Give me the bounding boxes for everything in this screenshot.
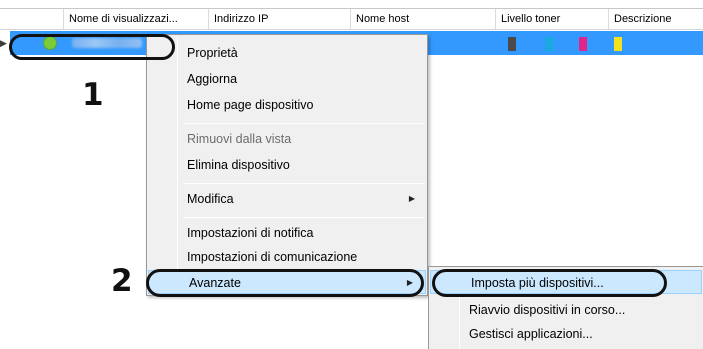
callout-number-step2: 2 (111, 263, 133, 299)
menu-item-delete-device[interactable]: Elimina dispositivo (147, 153, 427, 177)
menu-item-communication-settings[interactable]: Impostazioni di comunicazione (147, 245, 427, 269)
column-header-ip-address[interactable]: Indirizzo IP (208, 9, 350, 30)
submenu-arrow-icon: ▶ (408, 194, 415, 203)
menu-separator (183, 123, 425, 124)
column-header-display-name[interactable]: Nome di visualizzazi... (63, 9, 208, 30)
device-grid-header: Nome di visualizzazi... Indirizzo IP Nom… (0, 8, 703, 30)
callout-oval-step1 (9, 34, 175, 60)
menu-item-notification-settings[interactable]: Impostazioni di notifica (147, 221, 427, 245)
column-header-select[interactable] (0, 9, 30, 30)
device-context-menu: Proprietà Aggiorna Home page dispositivo… (146, 34, 428, 296)
toner-black-icon (508, 37, 516, 51)
menu-item-properties[interactable]: Proprietà (147, 41, 427, 65)
column-header-toner-level[interactable]: Livello toner (495, 9, 608, 30)
menu-separator (183, 217, 425, 218)
toner-cyan-icon (545, 37, 553, 51)
menu-item-device-home-page[interactable]: Home page dispositivo (147, 93, 427, 117)
callout-number-step1: 1 (82, 77, 104, 113)
submenu-item-manage-applications[interactable]: Gestisci applicazioni... (429, 322, 703, 346)
menu-item-edit-label: Modifica (187, 192, 234, 206)
menu-item-refresh[interactable]: Aggiorna (147, 67, 427, 91)
column-header-host-name[interactable]: Nome host (350, 9, 495, 30)
menu-item-edit[interactable]: Modifica ▶ (147, 187, 427, 211)
submenu-item-restart-devices[interactable]: Riavvio dispositivi in corso... (429, 298, 703, 322)
callout-oval-step2-submenu (432, 269, 667, 297)
toner-magenta-icon (579, 37, 587, 51)
callout-oval-step2 (146, 269, 424, 297)
toner-yellow-icon (614, 37, 622, 51)
column-header-description[interactable]: Descrizione (608, 9, 703, 30)
menu-item-remove-from-view: Rimuovi dalla vista (187, 132, 292, 146)
menu-separator (183, 183, 425, 184)
